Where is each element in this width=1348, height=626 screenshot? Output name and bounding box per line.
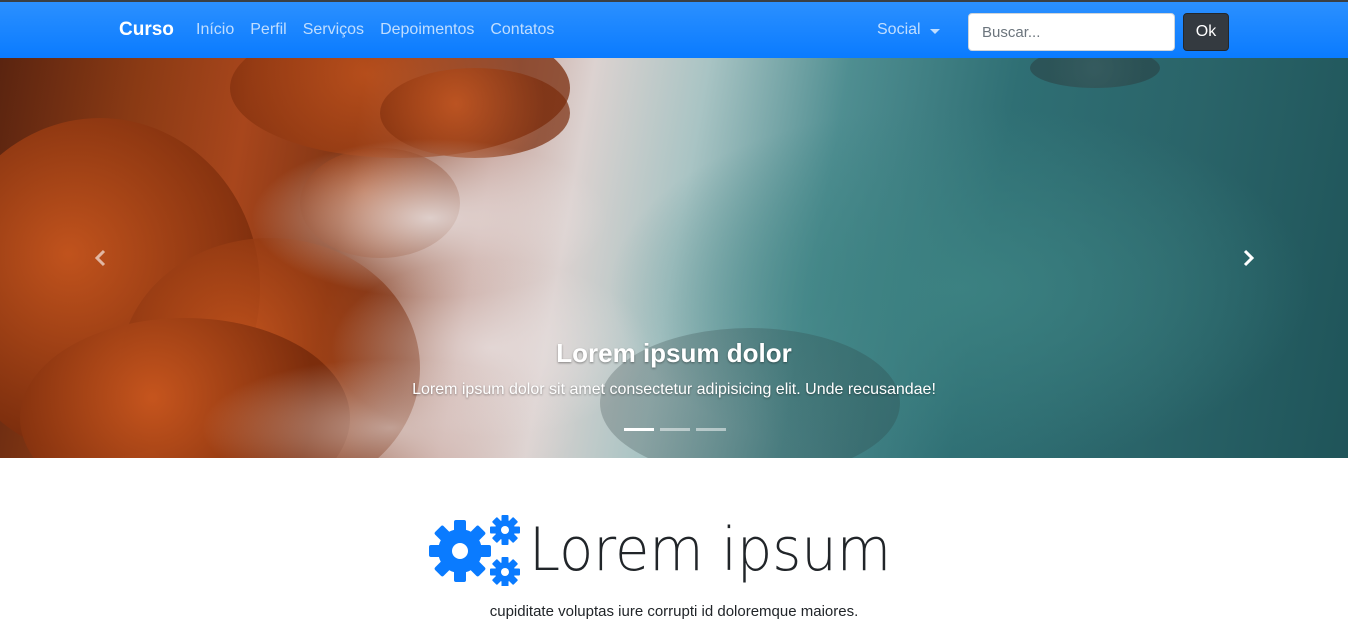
carousel-indicator-3[interactable] — [696, 428, 726, 431]
top-navbar: Curso Início Perfil Serviços Depoimentos… — [0, 0, 1348, 58]
chevron-left-icon — [94, 249, 106, 267]
brand-link[interactable]: Curso — [119, 19, 174, 41]
carousel-indicator-2[interactable] — [660, 428, 690, 431]
caret-down-icon — [929, 28, 940, 34]
section-title: Lorem ipsum — [529, 515, 892, 585]
gears-icon — [429, 515, 520, 586]
chevron-right-icon — [1243, 249, 1255, 267]
carousel-indicator-1[interactable] — [624, 428, 654, 431]
carousel-caption-text: Lorem ipsum dolor sit amet consectetur a… — [412, 381, 936, 398]
social-dropdown[interactable]: Social — [877, 21, 940, 39]
section-heading: Lorem ipsum — [429, 514, 918, 586]
search-submit-button[interactable]: Ok — [1183, 13, 1229, 51]
nav-link-contatos[interactable]: Contatos — [490, 21, 554, 39]
carousel-caption-title: Lorem ipsum dolor — [556, 338, 792, 368]
hero-carousel: Lorem ipsum dolor Lorem ipsum dolor sit … — [0, 58, 1348, 458]
carousel-indicators — [624, 428, 726, 431]
nav-links: Início Perfil Serviços Depoimentos Conta… — [196, 21, 570, 39]
search-input[interactable] — [968, 13, 1175, 51]
social-dropdown-label: Social — [877, 21, 921, 38]
carousel-next-button[interactable] — [1238, 248, 1258, 268]
nav-link-depoimentos[interactable]: Depoimentos — [380, 21, 474, 39]
section-subtitle: cupiditate voluptas iure corrupti id dol… — [489, 603, 859, 620]
nav-link-perfil[interactable]: Perfil — [250, 21, 286, 39]
nav-link-inicio[interactable]: Início — [196, 21, 234, 39]
carousel-prev-button[interactable] — [91, 248, 111, 268]
nav-link-servicos[interactable]: Serviços — [303, 21, 364, 39]
